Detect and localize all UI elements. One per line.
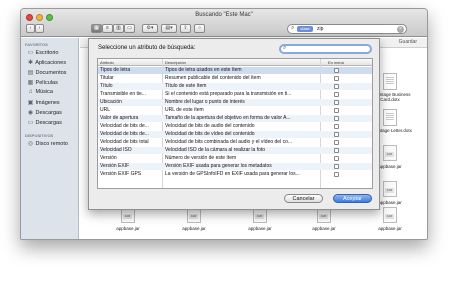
in-menu-checkbox[interactable] <box>334 68 339 73</box>
attribute-sheet: Seleccione un atributo de búsqueda: ⌕ At… <box>88 38 380 210</box>
sheet-prompt: Seleccione un atributo de búsqueda: <box>98 45 196 51</box>
search-icon: ⌕ <box>291 25 295 31</box>
sidebar: FAVORITOS ▭ Escritorio ✱ Aplicaciones ▤ … <box>21 38 79 239</box>
in-menu-checkbox[interactable] <box>334 140 339 145</box>
sidebar-devices-header: DISPOSITIVOS <box>25 133 54 138</box>
in-menu-checkbox[interactable] <box>334 116 339 121</box>
jar-file-icon <box>382 207 398 224</box>
search-field[interactable]: ⌕ clase zip × <box>287 24 407 34</box>
view-coverflow-button[interactable]: ▭ <box>124 24 135 33</box>
window-title: Buscando "Este Mac" <box>195 12 253 18</box>
file-item[interactable]: appbase.jar <box>169 207 219 231</box>
table-row[interactable]: Versión EXIF Versión EXIF usada para gene… <box>98 163 372 170</box>
disc-icon: ◎ <box>27 141 34 147</box>
document-icon <box>383 73 397 90</box>
file-name: appbase.jar <box>312 226 336 231</box>
in-menu-checkbox[interactable] <box>334 124 339 129</box>
table-row[interactable]: Velocidad de bits total Velocidad de bits… <box>98 139 372 146</box>
in-menu-checkbox[interactable] <box>334 172 339 177</box>
sidebar-item-peliculas[interactable]: ▦ Películas <box>27 79 58 86</box>
table-row[interactable]: URL URL de este ítem <box>98 107 372 114</box>
applications-icon: ✱ <box>27 60 34 66</box>
view-columns-button[interactable]: ▥ <box>113 24 124 33</box>
table-row[interactable]: Versión EXIF GPS La versión de GPSInfoIFD… <box>98 171 372 178</box>
search-icon: ⌕ <box>283 45 287 51</box>
document-icon <box>383 109 397 126</box>
in-menu-checkbox[interactable] <box>334 100 339 105</box>
file-name: appbase.jar <box>378 226 402 231</box>
sidebar-item-escritorio[interactable]: ▭ Escritorio <box>27 49 59 56</box>
table-row[interactable]: Versión Número de versión de este ítem <box>98 155 372 162</box>
table-row[interactable]: Tipos de letra Tipos de letra usados en e… <box>98 67 372 74</box>
sidebar-item-imagenes[interactable]: ▣ Imágenes <box>27 99 60 106</box>
column-header-description[interactable]: Descripción <box>165 60 186 65</box>
in-menu-checkbox[interactable] <box>334 164 339 169</box>
table-row[interactable]: Ubicación Nombre del lugar o punto de int… <box>98 99 372 106</box>
sidebar-item-documentos[interactable]: ▤ Documentos <box>27 69 67 76</box>
in-menu-checkbox[interactable] <box>334 108 339 113</box>
in-menu-checkbox[interactable] <box>334 156 339 161</box>
desktop-icon: ▭ <box>27 50 34 56</box>
jar-file-icon <box>382 145 398 162</box>
table-row[interactable]: Velocidad de bits de... Velocidad de bits… <box>98 131 372 138</box>
table-row[interactable]: Título Título de este ítem <box>98 83 372 90</box>
search-token[interactable]: clase <box>297 26 313 32</box>
save-search-button[interactable]: Guardar <box>399 39 417 45</box>
jar-file-icon <box>382 181 398 198</box>
forward-button[interactable]: › <box>35 24 44 33</box>
sidebar-favorites-header: FAVORITOS <box>25 42 48 47</box>
back-button[interactable]: ‹ <box>26 24 35 33</box>
in-menu-checkbox[interactable] <box>334 148 339 153</box>
table-row[interactable]: Velocidad ISO Velocidad ISO de la cámara … <box>98 147 372 154</box>
attribute-search-input[interactable]: ⌕ <box>279 44 372 54</box>
attribute-table: Atributo Descripción En menú Tipos de le… <box>97 58 373 189</box>
column-header-attribute[interactable]: Atributo <box>100 60 114 65</box>
downloads-icon: ◉ <box>27 110 34 116</box>
column-header-in-menu[interactable]: En menú <box>328 60 344 65</box>
table-header: Atributo Descripción En menú <box>98 59 372 66</box>
view-icons-button[interactable]: ▦ <box>91 24 102 33</box>
file-name: appbase.jar <box>116 226 140 231</box>
finder-window: Buscando "Este Mac" ‹ › ▦ ≡ ▥ ▭ ⚙▾ ▤▾ ⇪ … <box>20 8 428 240</box>
file-name: appbase.jar <box>182 226 206 231</box>
downloads-folder-icon: ▭ <box>27 120 34 126</box>
table-row[interactable]: Velocidad de bits de... Velocidad de bits… <box>98 123 372 130</box>
cancel-button[interactable]: Cancelar <box>284 194 323 203</box>
documents-icon: ▤ <box>27 70 34 76</box>
file-name: appbase.jar <box>248 226 272 231</box>
sidebar-item-descargas-2[interactable]: ▭ Descargas <box>27 119 62 126</box>
movies-icon: ▦ <box>27 80 34 86</box>
sidebar-item-disco-remoto[interactable]: ◎ Disco remoto <box>27 140 68 147</box>
table-row[interactable]: Transmisible en tie... Si el contenido es… <box>98 91 372 98</box>
in-menu-checkbox[interactable] <box>334 92 339 97</box>
table-row[interactable]: Titular Resumen publicable del contenido … <box>98 75 372 82</box>
search-query[interactable]: zip <box>317 26 323 32</box>
in-menu-checkbox[interactable] <box>334 84 339 89</box>
music-icon: ♫ <box>28 89 33 95</box>
file-item[interactable]: appbase.jar <box>365 207 415 231</box>
file-item[interactable]: appbase.jar <box>299 207 349 231</box>
file-item[interactable]: appbase.jar <box>235 207 285 231</box>
in-menu-checkbox[interactable] <box>334 76 339 81</box>
sidebar-item-aplicaciones[interactable]: ✱ Aplicaciones <box>27 59 66 66</box>
pictures-icon: ▣ <box>27 100 34 106</box>
clear-search-icon[interactable]: × <box>397 26 404 33</box>
view-list-button[interactable]: ≡ <box>102 24 113 33</box>
sidebar-item-descargas[interactable]: ◉ Descargas <box>27 109 62 116</box>
file-item[interactable]: appbase.jar <box>103 207 153 231</box>
in-menu-checkbox[interactable] <box>334 132 339 137</box>
sidebar-item-musica[interactable]: ♫ Música <box>27 89 53 95</box>
arrange-button[interactable]: ▤▾ <box>161 24 177 33</box>
accept-button[interactable]: Aceptar <box>333 194 372 203</box>
title-bar: Buscando "Este Mac" ‹ › ▦ ≡ ▥ ▭ ⚙▾ ▤▾ ⇪ … <box>21 9 427 37</box>
table-row[interactable]: Valor de apertura Tamaño de la apertura d… <box>98 115 372 122</box>
action-gear-button[interactable]: ⚙▾ <box>142 24 158 33</box>
share-button[interactable]: ⇪ <box>180 24 191 33</box>
tags-button[interactable]: ○ <box>194 24 205 33</box>
